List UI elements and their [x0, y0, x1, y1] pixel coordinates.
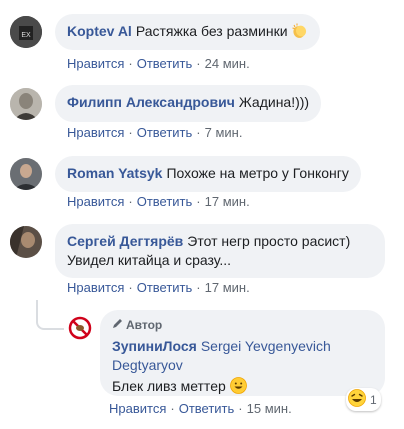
- timestamp[interactable]: 24 мин.: [205, 56, 250, 71]
- grinning-face-icon: [229, 377, 247, 394]
- separator: ·: [196, 280, 201, 295]
- comment-actions: Нравится · Ответить · 24 мин.: [67, 56, 250, 71]
- separator: ·: [170, 401, 175, 416]
- comment-author[interactable]: Филипп Александрович: [67, 94, 235, 110]
- comment-author[interactable]: Koptev Al: [67, 23, 132, 39]
- author-badge: Автор: [112, 316, 373, 335]
- reply-button[interactable]: Ответить: [137, 125, 193, 140]
- avatar[interactable]: [10, 226, 42, 258]
- like-button[interactable]: Нравится: [109, 401, 166, 416]
- pen-icon: [112, 316, 123, 335]
- timestamp[interactable]: 15 мин.: [247, 401, 292, 416]
- reply-item: Автор ЗупиниЛося Sergei Yevgenyevich Degt…: [0, 306, 404, 429]
- separator: ·: [196, 56, 201, 71]
- reaction-number: 1: [370, 392, 377, 407]
- like-button[interactable]: Нравится: [67, 56, 124, 71]
- separator: ·: [238, 401, 243, 416]
- comment-text: Жадина!))): [238, 94, 310, 110]
- timestamp[interactable]: 17 мин.: [205, 280, 250, 295]
- comment-author[interactable]: Roman Yatsyk: [67, 165, 162, 181]
- like-button[interactable]: Нравится: [67, 194, 124, 209]
- comment-item: Филипп Александрович Жадина!))) Нравится ·…: [0, 80, 404, 150]
- reply-body: ЗупиниЛося Sergei Yevgenyevich Degtyaryov: [112, 337, 373, 375]
- comment-actions: Нравится · Ответить · 17 мин.: [67, 194, 250, 209]
- reply-button[interactable]: Ответить: [137, 194, 193, 209]
- avatar[interactable]: ЕХ: [10, 16, 42, 48]
- timestamp[interactable]: 7 мин.: [205, 125, 243, 140]
- comment-text: Растяжка без разминки: [135, 23, 288, 39]
- comment-bubble: Koptev Al Растяжка без разминки: [55, 14, 321, 50]
- separator: ·: [196, 194, 201, 209]
- comment-item: ЕХ Koptev Al Растяжка без разминки Нравит…: [0, 0, 404, 80]
- timestamp[interactable]: 17 мин.: [205, 194, 250, 209]
- reply-text-line: Блек ливз меттер: [112, 377, 373, 396]
- comment-text: Блек ливз меттер: [112, 378, 226, 394]
- like-button[interactable]: Нравится: [67, 280, 124, 295]
- avatar[interactable]: [68, 316, 92, 340]
- svg-text:ЕХ: ЕХ: [21, 32, 31, 39]
- reaction-count[interactable]: 1: [346, 388, 381, 411]
- comment-actions: Нравится · Ответить · 15 мин.: [109, 401, 292, 416]
- comment-author[interactable]: ЗупиниЛося: [112, 338, 197, 354]
- avatar[interactable]: [10, 88, 42, 120]
- separator: ·: [128, 125, 133, 140]
- comment-bubble: Roman Yatsyk Похоже на метро у Гонконгу: [55, 156, 361, 192]
- like-button[interactable]: Нравится: [67, 125, 124, 140]
- comment-item: Roman Yatsyk Похоже на метро у Гонконгу Н…: [0, 148, 404, 216]
- comment-bubble: Сергей Дегтярёв Этот негр просто расист) …: [55, 224, 385, 278]
- reply-button[interactable]: Ответить: [137, 280, 193, 295]
- reply-button[interactable]: Ответить: [179, 401, 235, 416]
- comment-actions: Нравится · Ответить · 17 мин.: [67, 280, 250, 295]
- comment-author[interactable]: Сергей Дегтярёв: [67, 233, 183, 249]
- separator: ·: [128, 56, 133, 71]
- comment-actions: Нравится · Ответить · 7 мин.: [67, 125, 242, 140]
- comment-bubble: Филипп Александрович Жадина!))): [55, 85, 322, 122]
- avatar[interactable]: [10, 158, 42, 190]
- clapping-hands-icon: [291, 22, 308, 39]
- author-badge-label: Автор: [126, 318, 163, 332]
- separator: ·: [128, 194, 133, 209]
- comment-item: Сергей Дегтярёв Этот негр просто расист) …: [0, 216, 404, 300]
- separator: ·: [196, 125, 201, 140]
- separator: ·: [128, 280, 133, 295]
- reply-bubble: Автор ЗупиниЛося Sergei Yevgenyevich Degt…: [100, 310, 385, 396]
- reply-button[interactable]: Ответить: [137, 56, 193, 71]
- laughing-face-icon: [348, 389, 366, 410]
- comment-text: Похоже на метро у Гонконгу: [166, 165, 349, 181]
